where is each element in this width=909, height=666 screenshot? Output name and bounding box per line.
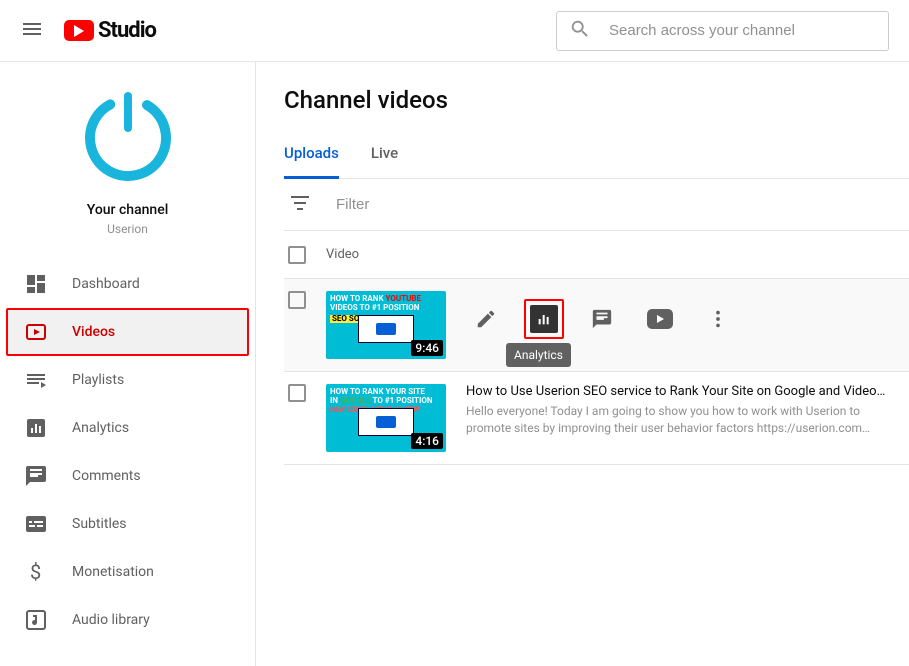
videos-icon (24, 320, 48, 344)
video-thumbnail[interactable]: HOW TO RANK YOUTUBE VIDEOS TO #1 POSITIO… (326, 291, 446, 359)
more-options-button[interactable] (698, 299, 738, 339)
page-title: Channel videos (284, 86, 909, 114)
row-checkbox[interactable] (288, 384, 306, 402)
analytics-icon (530, 305, 558, 333)
search-input[interactable] (609, 22, 876, 39)
tabs: Uploads Live (284, 144, 909, 179)
sidebar-item-dashboard[interactable]: Dashboard (0, 260, 255, 308)
sidebar-nav: Dashboard Videos Playlists Analytics Com… (0, 260, 255, 644)
sidebar-item-analytics[interactable]: Analytics (0, 404, 255, 452)
header: Studio (0, 0, 909, 62)
video-row[interactable]: HOW TO RANK YOUTUBE VIDEOS TO #1 POSITIO… (284, 279, 909, 372)
comments-button[interactable] (582, 299, 622, 339)
youtube-play-icon (64, 20, 94, 41)
channel-avatar[interactable] (72, 80, 184, 192)
playlists-icon (24, 368, 48, 392)
channel-avatar-section: Your channel Userion (0, 80, 255, 236)
search-field[interactable] (556, 11, 889, 51)
channel-name: Userion (107, 222, 148, 236)
analytics-icon (24, 416, 48, 440)
select-all-checkbox[interactable] (288, 246, 306, 264)
hamburger-icon[interactable] (20, 17, 44, 45)
edit-button[interactable] (466, 299, 506, 339)
analytics-tooltip: Analytics (506, 343, 571, 367)
video-description: Hello everyone! Today I am going to show… (466, 403, 889, 437)
sidebar-item-audio-library[interactable]: Audio library (0, 596, 255, 644)
sidebar-item-label: Analytics (72, 420, 129, 436)
sidebar-item-label: Videos (72, 324, 115, 340)
sidebar-item-subtitles[interactable]: Subtitles (0, 500, 255, 548)
channel-title: Your channel (87, 202, 169, 218)
video-row[interactable]: HOW TO RANK YOUR SITE IN GOOGLE TO #1 PO… (284, 372, 909, 465)
sidebar: Your channel Userion Dashboard Videos Pl… (0, 62, 256, 666)
filter-input[interactable] (336, 196, 535, 213)
sidebar-item-label: Playlists (72, 372, 124, 388)
video-thumbnail[interactable]: HOW TO RANK YOUR SITE IN GOOGLE TO #1 PO… (326, 384, 446, 452)
comments-icon (24, 464, 48, 488)
row-actions (466, 299, 889, 339)
video-duration: 4:16 (411, 433, 443, 449)
sidebar-item-videos[interactable]: Videos (6, 308, 249, 356)
monetisation-icon: $ (24, 560, 48, 584)
table-header: Video (284, 231, 909, 279)
sidebar-item-label: Dashboard (72, 276, 140, 292)
sidebar-item-label: Audio library (72, 612, 150, 628)
row-checkbox[interactable] (288, 291, 306, 309)
sidebar-item-playlists[interactable]: Playlists (0, 356, 255, 404)
svg-text:$: $ (30, 560, 41, 584)
column-video: Video (326, 247, 359, 262)
filter-icon[interactable] (288, 191, 312, 219)
dashboard-icon (24, 272, 48, 296)
logo-text: Studio (98, 18, 156, 43)
sidebar-item-label: Comments (72, 468, 141, 484)
sidebar-item-label: Monetisation (72, 564, 154, 580)
search-icon (569, 18, 591, 44)
tab-live[interactable]: Live (371, 144, 398, 178)
main-content: Channel videos Uploads Live Video HOW TO… (256, 62, 909, 666)
youtube-studio-logo[interactable]: Studio (64, 18, 156, 43)
video-duration: 9:46 (411, 340, 443, 356)
audio-library-icon (24, 608, 48, 632)
sidebar-item-comments[interactable]: Comments (0, 452, 255, 500)
tab-uploads[interactable]: Uploads (284, 144, 339, 179)
watch-on-youtube-button[interactable] (640, 299, 680, 339)
analytics-button[interactable] (524, 299, 564, 339)
sidebar-item-label: Subtitles (72, 516, 127, 532)
video-title: How to Use Userion SEO service to Rank Y… (466, 384, 889, 399)
sidebar-item-monetisation[interactable]: $ Monetisation (0, 548, 255, 596)
subtitles-icon (24, 512, 48, 536)
filter-row (284, 179, 909, 231)
